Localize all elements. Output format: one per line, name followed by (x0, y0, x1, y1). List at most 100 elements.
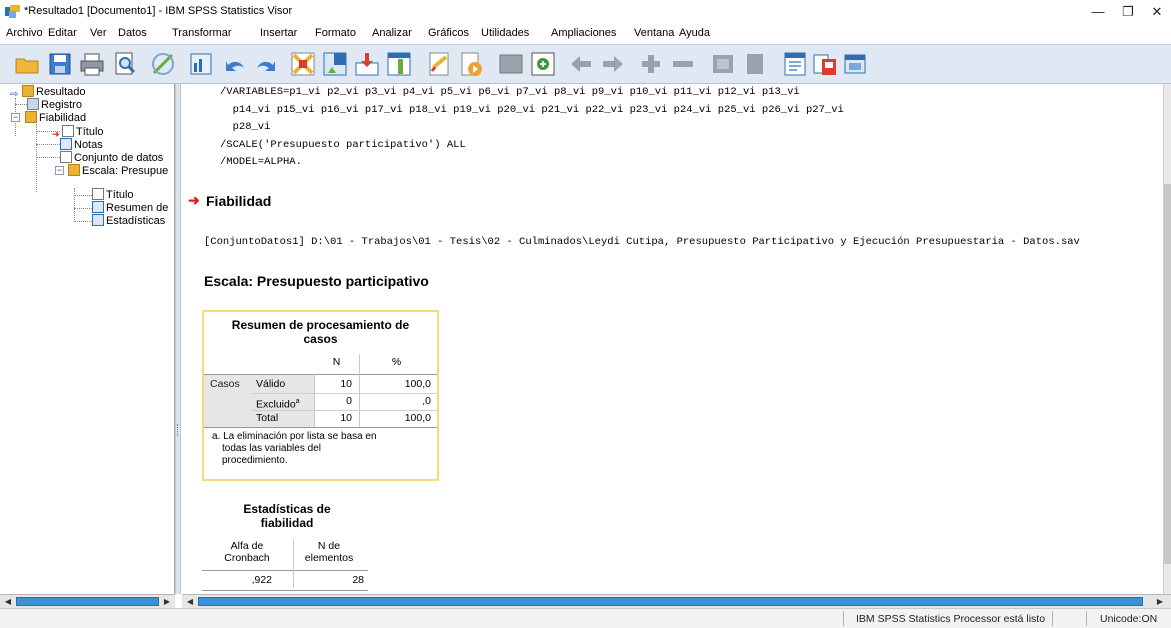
menu-insertar[interactable]: Insertar (260, 27, 297, 39)
insert-heading-icon[interactable] (782, 51, 808, 77)
pane-splitter[interactable] (175, 84, 181, 594)
scroll-right-icon[interactable]: ▶ (1154, 596, 1166, 607)
status-bar: IBM SPSS Statistics Processor está listo… (0, 608, 1171, 628)
tree-item-titulo[interactable]: ➜ Título (52, 125, 104, 139)
content-horizontal-scrollbar[interactable]: ◀ ▶ (182, 594, 1171, 608)
minimize-button[interactable]: — (1083, 3, 1113, 21)
run-icon[interactable] (458, 51, 484, 77)
expand-all-icon[interactable] (638, 51, 664, 77)
spss-app-icon (5, 5, 20, 18)
tree-item-titulo-2[interactable]: Título (92, 188, 134, 201)
tree-scroll-thumb[interactable] (16, 597, 159, 606)
fiabilidad-heading[interactable]: Fiabilidad (206, 193, 271, 209)
tree-item-conjunto-datos[interactable]: Conjunto de datos (60, 151, 163, 164)
cell-valido-n: 10 (340, 378, 352, 390)
tree-item-fiabilidad[interactable]: Fiabilidad (25, 111, 86, 124)
title-icon (92, 188, 104, 200)
tree-item-label: Estadísticas (106, 215, 166, 227)
maximize-button[interactable]: ❐ (1113, 3, 1143, 21)
insert-text-icon[interactable] (842, 51, 868, 77)
output-book-icon (68, 164, 80, 176)
print-icon[interactable] (79, 51, 105, 77)
tree-item-estadisticas[interactable]: Estadísticas (92, 214, 165, 227)
designate-window-icon[interactable] (426, 51, 452, 77)
output-book-icon (22, 85, 34, 97)
undo-icon[interactable] (222, 51, 248, 77)
back-icon[interactable] (568, 51, 594, 77)
tree-item-escala[interactable]: Escala: Presupue (68, 164, 168, 177)
menu-editar[interactable]: Editar (48, 27, 77, 39)
menu-ampliaciones[interactable]: Ampliaciones (551, 27, 616, 39)
forward-icon[interactable] (600, 51, 626, 77)
save-icon[interactable] (47, 51, 73, 77)
col-header-n-elementos-2: elementos (304, 552, 354, 564)
pivot-table-icon (92, 201, 104, 213)
expanded-arrow-icon: ⇨ (10, 89, 19, 100)
reliability-table[interactable]: Estadísticas de fiabilidad Alfa de Cronb… (202, 500, 372, 594)
content-scroll-thumb[interactable] (198, 597, 1143, 606)
insert-icon[interactable] (386, 51, 412, 77)
col-header-n: N (332, 356, 341, 368)
cell-total-n: 10 (340, 412, 352, 424)
menu-datos[interactable]: Datos (118, 27, 147, 39)
open-icon[interactable] (14, 51, 40, 77)
collapse-icon[interactable] (498, 51, 524, 77)
output-book-icon (25, 111, 37, 123)
cell-valido-pct: 100,0 (404, 378, 431, 390)
splitter-grip[interactable] (177, 424, 179, 436)
menu-formato[interactable]: Formato (315, 27, 356, 39)
tree-item-label: Fiabilidad (39, 112, 87, 124)
tree-item-registro[interactable]: Registro (27, 98, 82, 111)
variables-icon[interactable] (354, 51, 380, 77)
tree-item-resultado[interactable]: ⇨ Resultado (10, 85, 86, 100)
menu-ventana[interactable]: Ventana (634, 27, 674, 39)
menu-ver[interactable]: Ver (90, 27, 107, 39)
scroll-left-icon[interactable]: ◀ (184, 596, 196, 607)
menu-graficos[interactable]: Gráficos (428, 27, 469, 39)
collapse-toggle-fiabilidad[interactable]: − (11, 113, 20, 122)
cell-n-elementos-value: 28 (352, 574, 364, 586)
syntax-line-5: /MODEL=ALPHA. (220, 156, 302, 168)
tree-horizontal-scrollbar[interactable]: ◀ ▶ (0, 594, 175, 608)
tree-item-label: Resultado (36, 86, 86, 98)
footnote-line-1: a. La eliminación por lista se basa en (212, 431, 377, 442)
cell-total-pct: 100,0 (404, 412, 431, 424)
menu-ayuda[interactable]: Ayuda (679, 27, 710, 39)
collapse-toggle-escala[interactable]: − (55, 166, 64, 175)
vertical-scroll-thumb[interactable] (1164, 184, 1171, 564)
menu-archivo[interactable]: Archivo (6, 27, 43, 39)
go-to-variable-icon[interactable] (322, 51, 348, 77)
tree-item-resumen[interactable]: Resumen de (92, 201, 168, 214)
reliability-title: Estadísticas de (243, 502, 331, 516)
tree-item-label: Notas (74, 139, 103, 151)
show-icon[interactable] (710, 51, 736, 77)
tree-item-notas[interactable]: Notas (60, 138, 103, 151)
go-to-data-icon[interactable] (188, 51, 214, 77)
vertical-scrollbar[interactable] (1163, 84, 1171, 594)
scroll-left-icon[interactable]: ◀ (2, 596, 14, 607)
text-page-icon (60, 151, 72, 163)
insert-title-icon[interactable] (812, 51, 838, 77)
go-to-case-icon[interactable] (290, 51, 316, 77)
tree-item-label: Título (106, 189, 134, 201)
log-icon (27, 98, 39, 110)
case-summary-table[interactable]: Resumen de procesamiento de casos N % Ca… (202, 310, 439, 481)
scale-heading[interactable]: Escala: Presupuesto participativo (204, 273, 429, 289)
menu-transformar[interactable]: Transformar (172, 27, 232, 39)
expand-icon[interactable] (530, 51, 556, 77)
current-item-arrow-icon: ➜ (188, 192, 200, 208)
redo-icon[interactable] (253, 51, 279, 77)
hide-icon[interactable] (742, 51, 768, 77)
collapse-all-icon[interactable] (670, 51, 696, 77)
menu-utilidades[interactable]: Utilidades (481, 27, 529, 39)
tree-item-label: Conjunto de datos (74, 152, 164, 164)
row-label-total: Total (256, 412, 279, 424)
print-preview-icon[interactable] (112, 51, 138, 77)
export-icon[interactable] (150, 51, 176, 77)
close-button[interactable]: ✕ (1142, 3, 1171, 21)
output-content: /VARIABLES=p1_vi p2_vi p3_vi p4_vi p5_vi… (182, 84, 1163, 594)
menu-analizar[interactable]: Analizar (372, 27, 412, 39)
scroll-right-icon[interactable]: ▶ (161, 596, 173, 607)
title-icon (62, 125, 74, 137)
reliability-title-2: fiabilidad (260, 516, 314, 530)
